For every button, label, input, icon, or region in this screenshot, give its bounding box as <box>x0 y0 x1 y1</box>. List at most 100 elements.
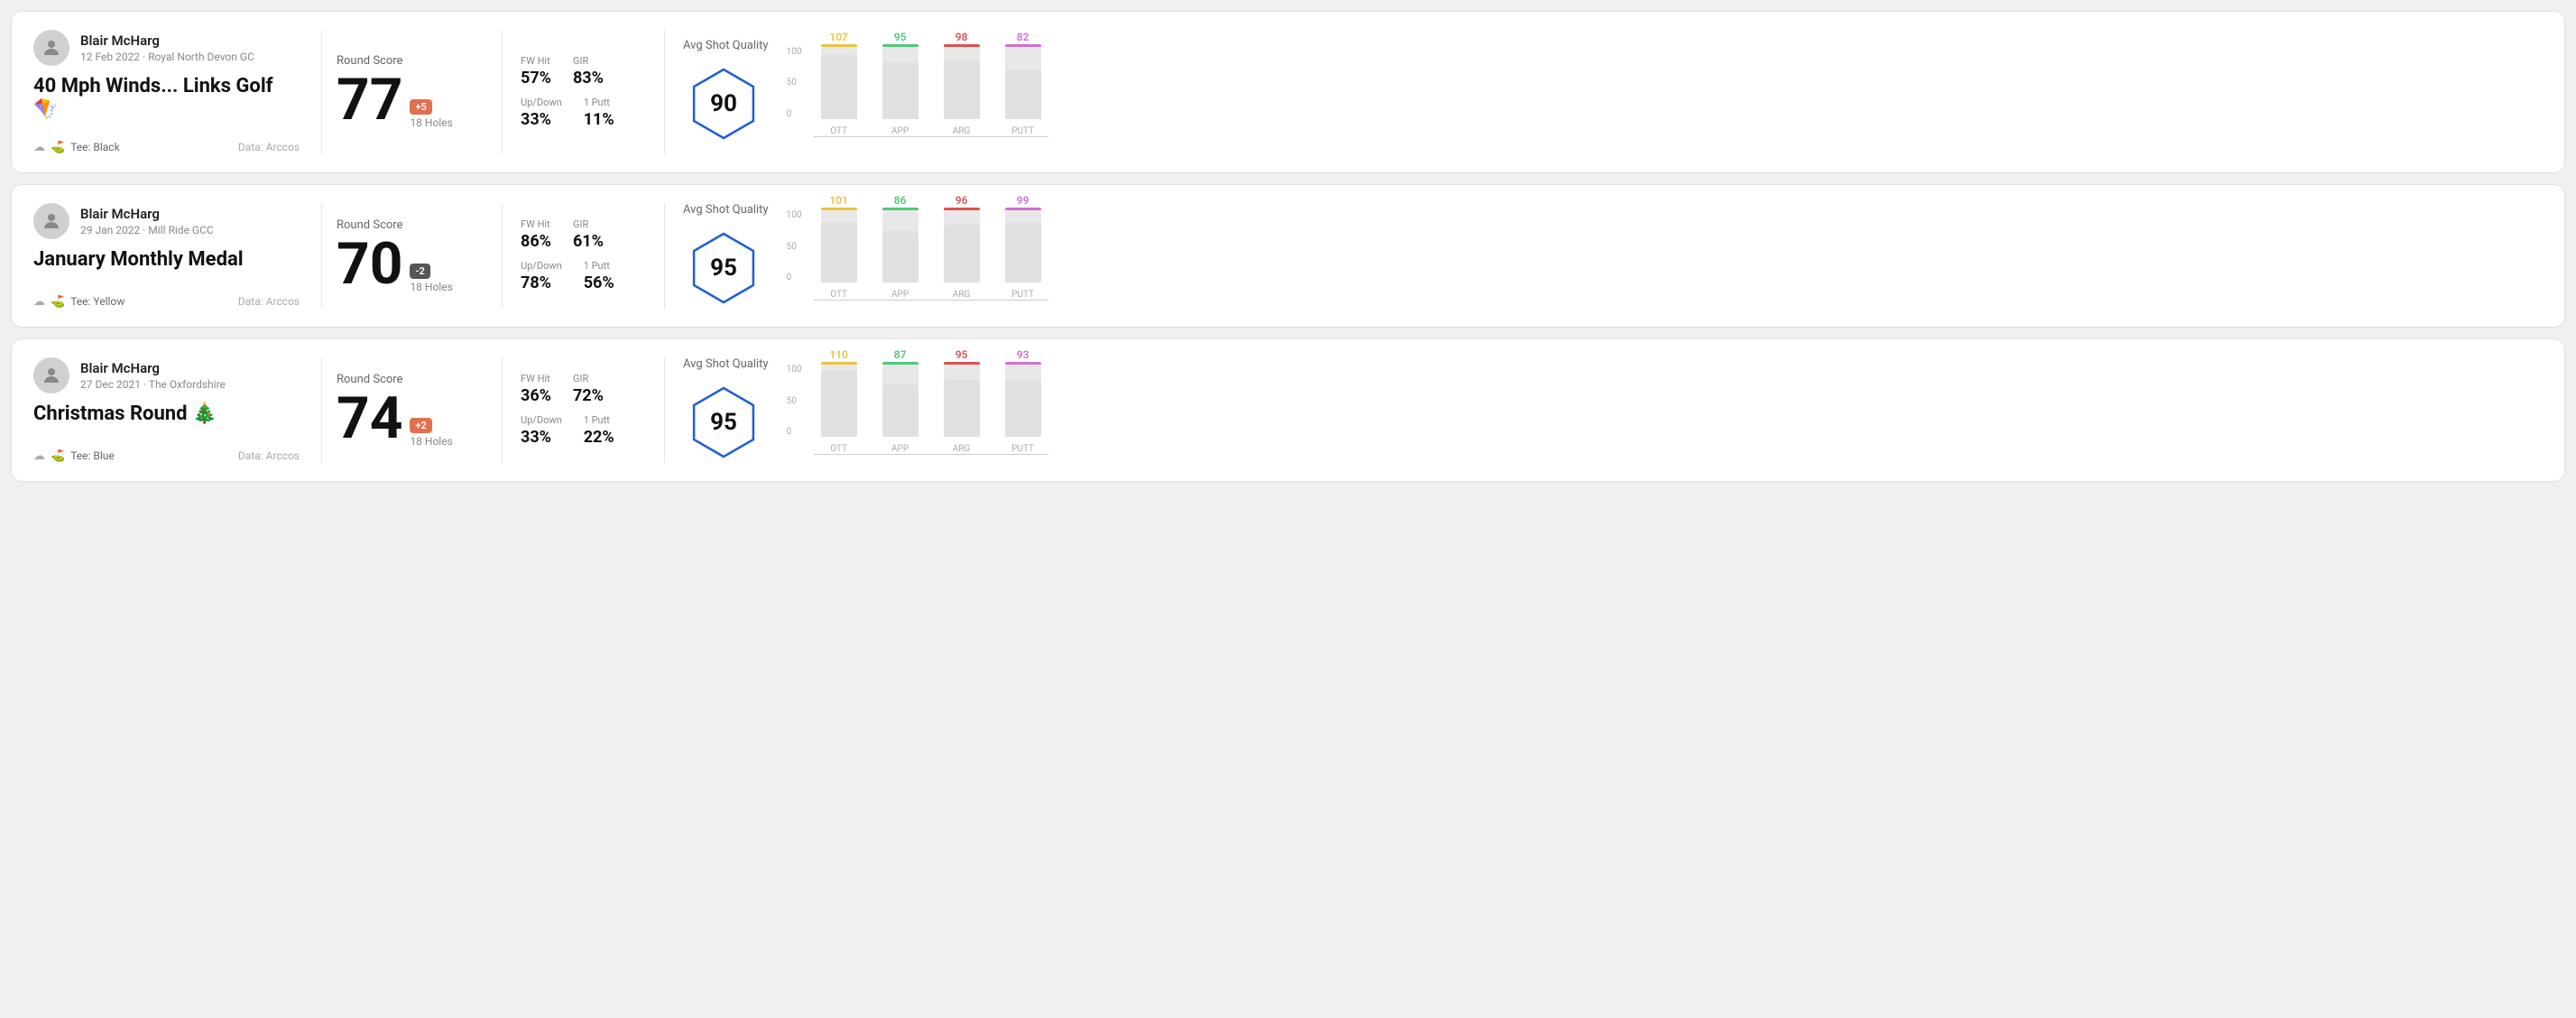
fw-hit-stat: FW Hit 36% <box>521 373 551 405</box>
holes-label: 18 Holes <box>410 435 452 448</box>
fw-hit-value: 86% <box>521 232 551 251</box>
round-card-round3: Blair McHarg 27 Dec 2021 · The Oxfordshi… <box>11 338 2565 482</box>
oneputt-value: 56% <box>584 273 614 292</box>
gir-stat: GIR 72% <box>573 373 604 405</box>
stat-pair-bottom: Up/Down 78% 1 Putt 56% <box>521 260 646 292</box>
bar-chart: 100 50 0 107 OTT 95 APP <box>787 47 1048 137</box>
quality-section-label: Avg Shot Quality <box>683 357 769 371</box>
stat-pair-top: FW Hit 36% GIR 72% <box>521 373 646 405</box>
user-info: Blair McHarg 29 Jan 2022 · Mill Ride GCC <box>33 203 300 239</box>
fw-hit-label: FW Hit <box>521 55 551 67</box>
stat-pair-bottom: Up/Down 33% 1 Putt 11% <box>521 97 646 129</box>
big-score: 74 <box>337 390 402 448</box>
user-date-course: 27 Dec 2021 · The Oxfordshire <box>80 378 226 391</box>
user-info: Blair McHarg 27 Dec 2021 · The Oxfordshi… <box>33 357 300 393</box>
score-badge: -2 18 Holes <box>410 264 452 293</box>
oneputt-stat: 1 Putt 11% <box>584 97 614 129</box>
hex-score: 95 <box>710 255 737 282</box>
user-date-course: 12 Feb 2022 · Royal North Devon GC <box>80 51 254 63</box>
bar-chart: 100 50 0 110 OTT 87 APP <box>787 365 1048 455</box>
holes-label: 18 Holes <box>410 116 452 129</box>
user-icon <box>41 210 62 232</box>
score-badge: +5 18 Holes <box>410 99 452 129</box>
shot-quality-section: Avg Shot Quality 90 100 50 0 107 OTT <box>665 30 2543 154</box>
user-name: Blair McHarg <box>80 360 226 376</box>
data-source: Data: Arccos <box>238 449 300 462</box>
updown-stat: Up/Down 33% <box>521 97 562 129</box>
fw-hit-value: 57% <box>521 69 551 88</box>
stats-section: FW Hit 36% GIR 72% Up/Down 33% 1 Putt 22… <box>503 357 665 463</box>
user-icon <box>41 365 62 386</box>
oneputt-stat: 1 Putt 22% <box>584 414 614 447</box>
fw-hit-value: 36% <box>521 386 551 405</box>
card-footer: ☁ ⛳ Tee: Blue Data: Arccos <box>33 449 300 463</box>
quality-label-col: Avg Shot Quality 95 <box>683 357 769 463</box>
quality-section-label: Avg Shot Quality <box>683 39 769 52</box>
holes-label: 18 Holes <box>410 281 452 293</box>
left-section: Blair McHarg 29 Jan 2022 · Mill Ride GCC… <box>33 203 322 309</box>
updown-stat: Up/Down 78% <box>521 260 562 292</box>
hex-score: 95 <box>710 409 737 436</box>
gir-stat: GIR 83% <box>573 55 604 88</box>
score-section: Round Score 74 +2 18 Holes <box>322 357 503 463</box>
stats-section: FW Hit 86% GIR 61% Up/Down 78% 1 Putt 56… <box>503 203 665 309</box>
tee-icon: ⛳ <box>51 141 65 154</box>
bar-chart: 100 50 0 101 OTT 86 APP <box>787 210 1048 301</box>
card-footer: ☁ ⛳ Tee: Black Data: Arccos <box>33 141 300 154</box>
fw-hit-label: FW Hit <box>521 218 551 230</box>
avatar <box>33 357 69 393</box>
score-section: Round Score 70 -2 18 Holes <box>322 203 503 309</box>
hex-score: 90 <box>710 90 737 117</box>
stat-pair-bottom: Up/Down 33% 1 Putt 22% <box>521 414 646 447</box>
updown-value: 78% <box>521 273 562 292</box>
round-title: January Monthly Medal <box>33 248 300 272</box>
big-score: 70 <box>337 236 402 293</box>
score-modifier: +5 <box>410 99 431 115</box>
round-title: Christmas Round 🎄 <box>33 403 300 426</box>
user-name: Blair McHarg <box>80 32 254 49</box>
updown-label: Up/Down <box>521 414 562 426</box>
score-row: 74 +2 18 Holes <box>337 390 487 448</box>
oneputt-label: 1 Putt <box>584 97 614 108</box>
hexagon-container: 90 <box>683 63 764 144</box>
updown-value: 33% <box>521 110 562 129</box>
tee-info: ☁ ⛳ Tee: Yellow <box>33 295 125 309</box>
user-date-course: 29 Jan 2022 · Mill Ride GCC <box>80 224 214 236</box>
updown-value: 33% <box>521 428 562 447</box>
stat-pair-top: FW Hit 86% GIR 61% <box>521 218 646 251</box>
stats-section: FW Hit 57% GIR 83% Up/Down 33% 1 Putt 11… <box>503 30 665 154</box>
updown-label: Up/Down <box>521 260 562 272</box>
oneputt-label: 1 Putt <box>584 260 614 272</box>
tee-info: ☁ ⛳ Tee: Blue <box>33 449 115 463</box>
user-name: Blair McHarg <box>80 206 214 222</box>
score-row: 70 -2 18 Holes <box>337 236 487 293</box>
stat-pair-top: FW Hit 57% GIR 83% <box>521 55 646 88</box>
gir-value: 61% <box>573 232 604 251</box>
oneputt-value: 22% <box>584 428 614 447</box>
hexagon-container: 95 <box>683 382 764 463</box>
user-icon <box>41 37 62 59</box>
shot-quality-section: Avg Shot Quality 95 100 50 0 110 OTT <box>665 357 2543 463</box>
gir-label: GIR <box>573 218 604 230</box>
shot-quality-section: Avg Shot Quality 95 100 50 0 101 OTT <box>665 203 2543 309</box>
data-source: Data: Arccos <box>238 295 300 308</box>
left-section: Blair McHarg 12 Feb 2022 · Royal North D… <box>33 30 322 154</box>
oneputt-stat: 1 Putt 56% <box>584 260 614 292</box>
tee-icon: ⛳ <box>51 449 65 463</box>
tee-icon: ⛳ <box>51 295 65 309</box>
hexagon-container: 95 <box>683 227 764 309</box>
fw-hit-stat: FW Hit 57% <box>521 55 551 88</box>
fw-hit-stat: FW Hit 86% <box>521 218 551 251</box>
updown-stat: Up/Down 33% <box>521 414 562 447</box>
round-card-round2: Blair McHarg 29 Jan 2022 · Mill Ride GCC… <box>11 184 2565 328</box>
updown-label: Up/Down <box>521 97 562 108</box>
big-score: 77 <box>337 71 402 129</box>
card-footer: ☁ ⛳ Tee: Yellow Data: Arccos <box>33 295 300 309</box>
data-source: Data: Arccos <box>238 141 300 153</box>
score-section: Round Score 77 +5 18 Holes <box>322 30 503 154</box>
quality-section-label: Avg Shot Quality <box>683 203 769 217</box>
left-section: Blair McHarg 27 Dec 2021 · The Oxfordshi… <box>33 357 322 463</box>
score-row: 77 +5 18 Holes <box>337 71 487 129</box>
oneputt-value: 11% <box>584 110 614 129</box>
round-title: 40 Mph Winds... Links Golf 🪁 <box>33 75 300 123</box>
